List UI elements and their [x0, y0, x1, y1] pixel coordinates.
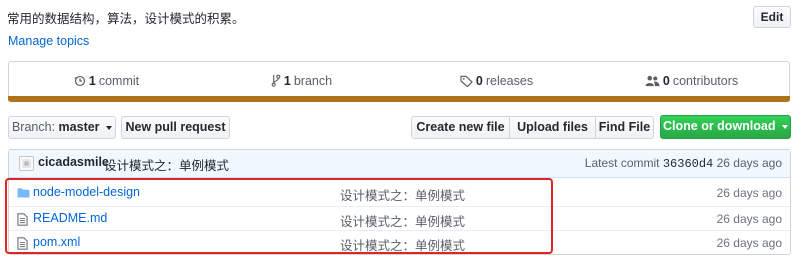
releases-label: releases	[485, 73, 534, 88]
file-commit-message[interactable]: 设计模式之：单例模式	[340, 235, 465, 254]
commit-age: 26 days ago	[716, 156, 782, 170]
commits-label: commit	[98, 73, 140, 88]
tag-icon	[460, 75, 473, 87]
file-name-link[interactable]: pom.xml	[33, 235, 80, 249]
repo-description: 常用的数据结构，算法，设计模式的积累。	[7, 11, 245, 26]
language-bar[interactable]	[8, 96, 790, 102]
file-commit-message[interactable]: 设计模式之：单例模式	[340, 185, 465, 204]
table-row: pom.xml 设计模式之：单例模式 26 days ago	[9, 230, 790, 255]
clone-button-label: Clone or download	[663, 119, 776, 133]
latest-commit-info: Latest commit 36360d4 26 days ago	[585, 156, 782, 171]
file-commit-message[interactable]: 设计模式之：单例模式	[340, 211, 465, 230]
commits-count: 1	[88, 73, 96, 88]
contributors-label: contributors	[672, 73, 739, 88]
file-age: 26 days ago	[716, 212, 782, 226]
commit-message-link[interactable]: 设计模式之：单例模式	[104, 155, 229, 174]
find-file-button[interactable]: Find File	[595, 116, 654, 139]
create-new-file-button[interactable]: Create new file	[411, 116, 510, 139]
clone-or-download-button[interactable]: Clone or download	[660, 115, 791, 139]
commit-sha-link[interactable]: 36360d4	[663, 157, 713, 171]
latest-commit-label: Latest commit	[584, 156, 660, 170]
edit-description-button[interactable]: Edit	[753, 6, 791, 28]
commit-author-link[interactable]: cicadasmile	[38, 155, 109, 169]
new-pull-request-button[interactable]: New pull request	[121, 116, 230, 139]
branch-label: Branch:	[11, 120, 56, 134]
branches-label: branch	[293, 73, 333, 88]
history-icon	[74, 75, 85, 86]
file-actions-group: Create new file Upload files Find File	[411, 116, 654, 139]
people-icon	[645, 75, 660, 86]
file-table: cicadasmile 设计模式之：单例模式 Latest commit 363…	[8, 149, 791, 255]
file-icon	[17, 237, 28, 250]
table-row: node-model-design 设计模式之：单例模式 26 days ago	[9, 181, 790, 205]
branches-count: 1	[283, 73, 291, 88]
numbers-summary: 1 commit 1 branch 0 releases 0 contribut…	[8, 61, 790, 101]
folder-icon	[17, 188, 30, 198]
file-age: 26 days ago	[716, 236, 782, 250]
file-name-link[interactable]: node-model-design	[33, 185, 140, 199]
branch-value: master	[58, 120, 100, 134]
manage-topics-link[interactable]: Manage topics	[8, 34, 89, 48]
commit-tease: cicadasmile 设计模式之：单例模式 Latest commit 363…	[9, 150, 790, 178]
chevron-down-icon	[781, 124, 788, 129]
file-age: 26 days ago	[716, 186, 782, 200]
releases-count: 0	[475, 73, 483, 88]
contributors-count: 0	[662, 73, 670, 88]
chevron-down-icon	[106, 125, 113, 130]
file-icon	[17, 213, 28, 226]
file-name-link[interactable]: README.md	[33, 211, 107, 225]
repository-page: 常用的数据结构，算法，设计模式的积累。 Edit Manage topics 1…	[0, 0, 799, 262]
upload-files-button[interactable]: Upload files	[509, 116, 596, 139]
table-row: README.md 设计模式之：单例模式 26 days ago	[9, 206, 790, 231]
git-branch-icon	[271, 74, 281, 87]
avatar[interactable]	[19, 156, 34, 171]
branch-select-button[interactable]: Branch: master	[8, 116, 116, 139]
